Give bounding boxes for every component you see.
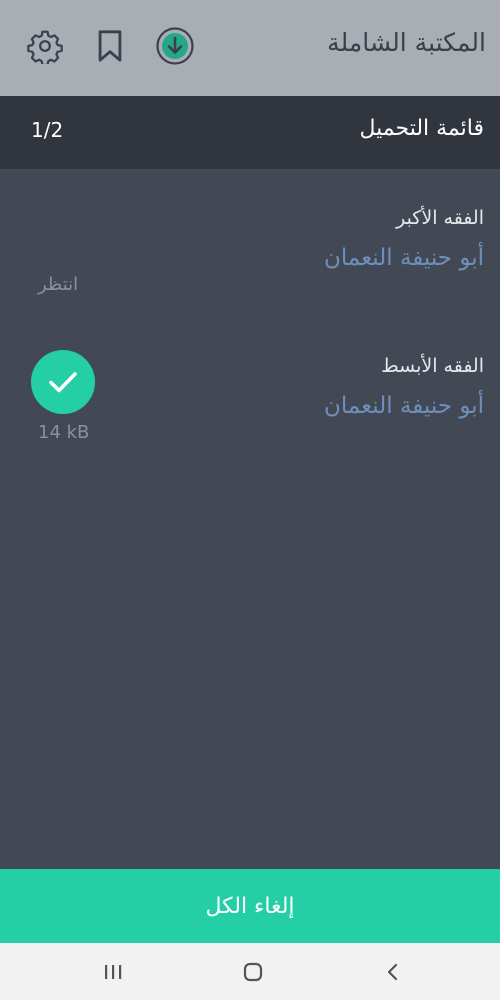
back-button[interactable] (378, 957, 408, 987)
recent-apps-button[interactable] (98, 957, 128, 987)
downloads-button[interactable] (155, 26, 195, 66)
system-nav-bar (0, 943, 500, 1000)
checkmark-icon (49, 372, 77, 393)
download-item[interactable]: 14 kB الفقه الأبسط أبو حنيفة النعمان (0, 348, 500, 458)
recent-apps-icon (105, 965, 122, 979)
book-author-link[interactable]: أبو حنيفة النعمان (324, 245, 484, 271)
book-title: الفقه الأبسط (381, 355, 484, 377)
book-author-link[interactable]: أبو حنيفة النعمان (324, 393, 484, 419)
home-icon (243, 962, 263, 982)
screen: المكتبة الشاملة 1/2 قائمة التحميل الفقه … (0, 0, 500, 1000)
download-status-waiting: انتظر (38, 274, 79, 295)
download-item[interactable]: الفقه الأكبر أبو حنيفة النعمان انتظر (0, 200, 500, 320)
download-list-header: 1/2 قائمة التحميل (0, 96, 500, 169)
home-button[interactable] (238, 957, 268, 987)
section-title: قائمة التحميل (359, 116, 484, 141)
cancel-all-label: إلغاء الكل (205, 893, 295, 919)
bookmarks-button[interactable] (90, 26, 130, 66)
bookmark-icon (98, 30, 122, 62)
settings-button[interactable] (25, 26, 65, 66)
download-counter: 1/2 (31, 118, 64, 142)
download-icon (156, 27, 194, 65)
gear-icon (27, 30, 63, 64)
download-complete-badge (31, 350, 95, 414)
app-bar: المكتبة الشاملة (0, 0, 500, 96)
app-title: المكتبة الشاملة (327, 28, 486, 57)
back-icon (387, 963, 398, 981)
download-size: 14 kB (38, 422, 90, 443)
cancel-all-button[interactable]: إلغاء الكل (0, 869, 500, 943)
book-title: الفقه الأكبر (396, 207, 484, 229)
